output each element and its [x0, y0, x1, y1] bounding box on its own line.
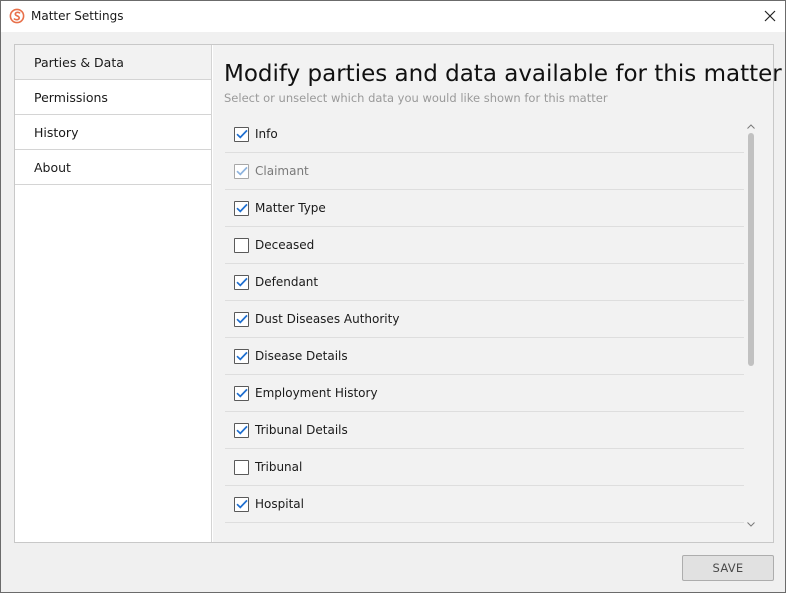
checkbox-checked [234, 163, 249, 179]
save-button[interactable]: SAVE [682, 555, 774, 581]
data-options-list: Info Claimant Matter Type Deceased Defendant… [225, 116, 744, 523]
checkbox-checked[interactable] [234, 126, 249, 142]
list-item[interactable]: Deceased [225, 227, 744, 264]
settings-panel: Parties & Data Permissions History About Mo… [14, 44, 782, 543]
chevron-down-icon [747, 512, 755, 531]
list-item-label: Matter Type [255, 201, 326, 215]
scrollbar-thumb[interactable] [748, 133, 754, 366]
list-item-label: Employment History [255, 386, 378, 400]
close-icon [764, 7, 776, 26]
sidebar-item-label: About [34, 159, 71, 175]
list-item-label: Hospital [255, 497, 304, 511]
checkmark-icon [235, 277, 248, 287]
checkbox-checked[interactable] [234, 422, 249, 438]
list-item-label: Defendant [255, 275, 319, 289]
sidebar-item-label: Parties & Data [34, 54, 124, 70]
list-item[interactable]: Defendant [225, 264, 744, 301]
list-item-label: Tribunal Details [255, 423, 348, 437]
list-item-label: Tribunal [255, 460, 303, 474]
sidebar: Parties & Data Permissions History About [15, 45, 212, 542]
sidebar-item-parties-data[interactable]: Parties & Data [15, 45, 211, 80]
checkbox-checked[interactable] [234, 385, 249, 401]
chevron-up-icon [747, 114, 755, 133]
checkbox-checked[interactable] [234, 348, 249, 364]
sidebar-item-label: History [34, 124, 79, 140]
checkmark-icon [235, 425, 248, 435]
checkbox-checked[interactable] [234, 274, 249, 290]
list-item[interactable]: Employment History [225, 375, 744, 412]
list-item[interactable]: Matter Type [225, 190, 744, 227]
list-item[interactable]: Dust Diseases Authority [225, 301, 744, 338]
app-logo-icon [9, 8, 25, 24]
title-bar: Matter Settings [1, 1, 785, 32]
list-item[interactable]: Tribunal [225, 449, 744, 486]
checkmark-icon [235, 499, 248, 509]
list-item[interactable]: Disease Details [225, 338, 744, 375]
list-item-label: Info [255, 127, 278, 141]
sidebar-item-about[interactable]: About [15, 150, 211, 185]
sidebar-item-label: Permissions [34, 89, 108, 105]
list-item-label: Dust Diseases Authority [255, 312, 400, 326]
list-item-label: Claimant [255, 164, 309, 178]
list-item: Claimant [225, 153, 744, 190]
vertical-scrollbar[interactable] [746, 118, 756, 528]
list-item[interactable]: Hospital [225, 486, 744, 523]
matter-settings-window: Matter Settings Parties & Data Permission… [0, 0, 786, 593]
sidebar-item-history[interactable]: History [15, 115, 211, 150]
checkmark-icon [235, 314, 248, 324]
list-item-label: Deceased [255, 238, 315, 252]
checkbox-checked[interactable] [234, 311, 249, 327]
checkmark-icon [235, 388, 248, 398]
page-title: Modify parties and data available for th… [224, 61, 782, 87]
checkmark-icon [235, 129, 248, 139]
close-button[interactable] [755, 1, 785, 32]
checkbox-checked[interactable] [234, 496, 249, 512]
checkbox-checked[interactable] [234, 200, 249, 216]
checkbox-unchecked[interactable] [234, 459, 249, 475]
checkmark-icon [235, 166, 248, 176]
scroll-up-button[interactable] [746, 118, 756, 129]
checkbox-unchecked[interactable] [234, 237, 249, 253]
page-subtitle: Select or unselect which data you would … [224, 91, 608, 105]
list-item[interactable]: Tribunal Details [225, 412, 744, 449]
content-area: Modify parties and data available for th… [213, 45, 782, 542]
window-title: Matter Settings [31, 9, 124, 23]
sidebar-item-permissions[interactable]: Permissions [15, 80, 211, 115]
scroll-down-button[interactable] [746, 516, 756, 527]
list-item-label: Disease Details [255, 349, 348, 363]
list-item[interactable]: Info [225, 116, 744, 153]
checkmark-icon [235, 203, 248, 213]
checkmark-icon [235, 351, 248, 361]
